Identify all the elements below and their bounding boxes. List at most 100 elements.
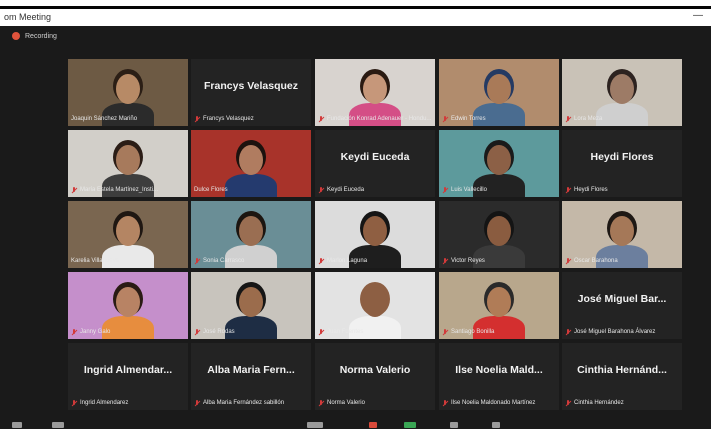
- participant-name-label: Oscar Barahona: [574, 258, 618, 264]
- participant-display-name: Ingrid Almendar...: [83, 364, 173, 376]
- muted-mic-icon: [194, 257, 200, 265]
- participant-tile[interactable]: Fundación Konrad Adenauer - Hondu...: [315, 59, 435, 126]
- recording-label: Recording: [25, 32, 57, 40]
- minimize-button[interactable]: —: [693, 10, 703, 21]
- participant-name-label: Alba Maria Fernández sabillón: [203, 400, 285, 406]
- person-face: [363, 287, 387, 317]
- muted-mic-icon: [318, 257, 324, 265]
- participant-name-label: Ingrid Almendarez: [80, 400, 129, 406]
- participant-caption: Juan Fuentes: [318, 327, 432, 337]
- person-face: [116, 74, 140, 104]
- muted-mic-icon: [565, 186, 571, 194]
- participant-name-label: María Estela Martínez_Insti...: [80, 187, 159, 193]
- muted-mic-icon: [442, 115, 448, 123]
- participant-tile[interactable]: Joaquin Sánchez Mariño: [68, 59, 188, 126]
- recording-indicator[interactable]: Recording: [12, 30, 57, 42]
- participant-tile[interactable]: Janny Galo: [68, 272, 188, 339]
- participant-caption: Heydi Flores: [565, 185, 679, 195]
- participant-tile[interactable]: Juan Fuentes: [315, 272, 435, 339]
- muted-mic-icon: [565, 328, 571, 336]
- participant-name-label: Santiago Bonilla: [451, 329, 495, 335]
- participant-tile[interactable]: Lora Meza: [562, 59, 682, 126]
- participant-tile[interactable]: Karelia Villanueva: [68, 201, 188, 268]
- participant-caption: Sonia Carrasco: [194, 256, 308, 266]
- participant-caption: Francys Velasquez: [194, 114, 308, 124]
- participant-tile[interactable]: Alba Maria Fern... Alba Maria Fernández s…: [191, 343, 311, 410]
- participant-caption: Keydi Euceda: [318, 185, 432, 195]
- participant-caption: Ingrid Almendarez: [71, 398, 185, 408]
- participant-name-label: Victor Reyes: [451, 258, 485, 264]
- participant-display-name: Cinthia Hernánd...: [577, 364, 667, 376]
- participant-tile[interactable]: José Rodas: [191, 272, 311, 339]
- muted-mic-icon: [565, 399, 571, 407]
- person-face: [239, 145, 263, 175]
- video-icon[interactable]: [52, 422, 64, 428]
- participant-tile[interactable]: Oscar Barahona: [562, 201, 682, 268]
- participant-tile[interactable]: José Miguel Bar... José Miguel Barahona Á…: [562, 272, 682, 339]
- participant-caption: José Rodas: [194, 327, 308, 337]
- reactions-icon[interactable]: [492, 422, 500, 428]
- participant-name-label: Fundación Konrad Adenauer - Hondu...: [327, 116, 432, 122]
- muted-mic-icon: [194, 115, 200, 123]
- participant-caption: Janny Galo: [71, 327, 185, 337]
- muted-mic-icon: [442, 186, 448, 194]
- participant-caption: Joaquin Sánchez Mariño: [71, 114, 185, 124]
- participant-name-label: José Miguel Barahona Álvarez: [574, 329, 656, 335]
- participant-tile[interactable]: María Estela Martínez_Insti...: [68, 130, 188, 197]
- person-face: [487, 74, 511, 104]
- muted-mic-icon: [71, 399, 77, 407]
- person-face: [239, 287, 263, 317]
- participant-caption: Alba Maria Fernández sabillón: [194, 398, 308, 408]
- participant-caption: Oscar Barahona: [565, 256, 679, 266]
- muted-mic-icon: [318, 399, 324, 407]
- audio-icon[interactable]: [12, 422, 22, 428]
- chat-icon[interactable]: [369, 422, 377, 428]
- participant-display-name: Keydi Euceda: [340, 151, 410, 163]
- participant-name-label: Joaquin Sánchez Mariño: [71, 116, 138, 122]
- participant-tile[interactable]: Keydi Euceda Keydi Euceda: [315, 130, 435, 197]
- participant-caption: Ilse Noelia Maldonado Martínez: [442, 398, 556, 408]
- participant-tile[interactable]: Victor Reyes: [439, 201, 559, 268]
- meeting-toolbar: [0, 420, 711, 429]
- muted-mic-icon: [565, 257, 571, 265]
- participant-tile[interactable]: Heydi Flores Heydi Flores: [562, 130, 682, 197]
- participant-tile[interactable]: Norma Valerio Norma Valerio: [315, 343, 435, 410]
- window-title: om Meeting: [4, 12, 52, 22]
- person-face: [363, 216, 387, 246]
- participant-name-label: Edwin Torres: [451, 116, 486, 122]
- muted-mic-icon: [318, 328, 324, 336]
- participant-tile[interactable]: Sonia Carrasco: [191, 201, 311, 268]
- participant-tile[interactable]: Marlon Laguna: [315, 201, 435, 268]
- person-face: [116, 216, 140, 246]
- muted-mic-icon: [71, 186, 77, 194]
- participant-display-name: Ilse Noelia Mald...: [455, 364, 543, 376]
- participant-tile[interactable]: Santiago Bonilla: [439, 272, 559, 339]
- participant-caption: José Miguel Barahona Álvarez: [565, 327, 679, 337]
- participant-tile[interactable]: Ilse Noelia Mald... Ilse Noelia Maldonado…: [439, 343, 559, 410]
- participant-display-name: Francys Velasquez: [204, 80, 298, 92]
- muted-mic-icon: [442, 399, 448, 407]
- share-screen-icon[interactable]: [404, 422, 416, 428]
- record-icon[interactable]: [450, 422, 458, 428]
- muted-mic-icon: [71, 328, 77, 336]
- participant-name-label: Luis Vallecillo: [451, 187, 487, 193]
- participant-tile[interactable]: Francys Velasquez Francys Velasquez: [191, 59, 311, 126]
- participant-tile[interactable]: Dulce Flores: [191, 130, 311, 197]
- participant-name-label: Norma Valerio: [327, 400, 365, 406]
- participant-caption: Fundación Konrad Adenauer - Hondu...: [318, 114, 432, 124]
- participant-tile[interactable]: Edwin Torres: [439, 59, 559, 126]
- participant-tile[interactable]: Ingrid Almendar... Ingrid Almendarez: [68, 343, 188, 410]
- participant-caption: Norma Valerio: [318, 398, 432, 408]
- participant-caption: Cinthia Hernández: [565, 398, 679, 408]
- muted-mic-icon: [442, 257, 448, 265]
- participant-tile[interactable]: Luis Vallecillo: [439, 130, 559, 197]
- participant-name-label: Juan Fuentes: [327, 329, 364, 335]
- participant-caption: Edwin Torres: [442, 114, 556, 124]
- participants-icon[interactable]: [307, 422, 323, 428]
- participant-display-name: Alba Maria Fern...: [207, 364, 295, 376]
- recording-dot-icon: [12, 32, 20, 40]
- participant-name-label: Ilse Noelia Maldonado Martínez: [451, 400, 536, 406]
- participant-name-label: Karelia Villanueva: [71, 258, 119, 264]
- participant-tile[interactable]: Cinthia Hernánd... Cinthia Hernández: [562, 343, 682, 410]
- participant-caption: María Estela Martínez_Insti...: [71, 185, 185, 195]
